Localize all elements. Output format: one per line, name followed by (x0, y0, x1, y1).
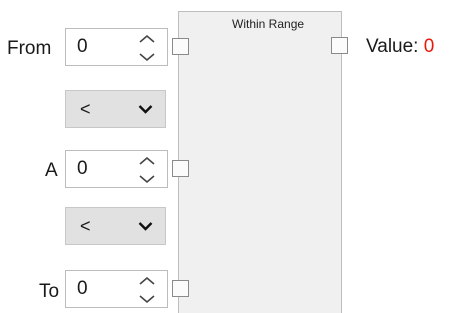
within-range-node[interactable] (178, 11, 342, 313)
a-label: A (45, 160, 58, 181)
node-title: Within Range (232, 17, 305, 31)
a-input-port[interactable] (172, 160, 189, 177)
chevron-down-icon (138, 222, 153, 231)
from-spinbox[interactable]: 0 (65, 28, 168, 66)
spin-arrows-icon[interactable] (138, 33, 156, 63)
to-label: To (39, 281, 60, 302)
spin-arrows-icon[interactable] (138, 275, 156, 305)
a-spinbox[interactable]: 0 (65, 150, 168, 188)
first-comparator-select[interactable]: < (65, 90, 166, 128)
to-value: 0 (77, 278, 88, 299)
to-spinbox[interactable]: 0 (65, 270, 168, 308)
value-output-port[interactable] (331, 37, 348, 54)
second-comparator-value: < (80, 216, 91, 236)
first-comparator-value: < (80, 99, 91, 119)
output-value: 0 (423, 36, 435, 57)
spin-arrows-icon[interactable] (138, 155, 156, 185)
from-value: 0 (77, 36, 88, 57)
second-comparator-select[interactable]: < (65, 207, 166, 245)
output-label: Value: (366, 36, 419, 57)
to-input-port[interactable] (172, 280, 189, 297)
from-input-port[interactable] (172, 38, 189, 55)
chevron-down-icon (138, 105, 153, 114)
a-value: 0 (77, 158, 88, 179)
output-value-display: Value: 0 (366, 36, 434, 58)
from-label: From (7, 38, 52, 59)
